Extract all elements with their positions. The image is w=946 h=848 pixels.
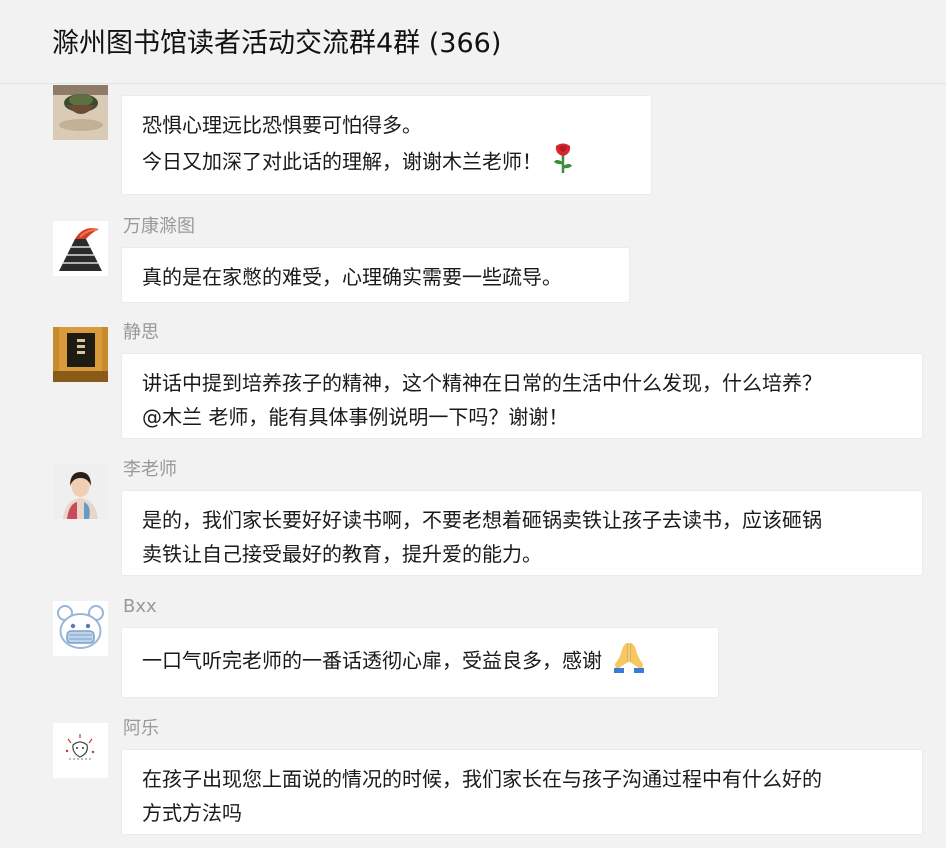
message-text: 真的是在家憋的难受，心理确实需要一些疏导。 [142, 265, 562, 289]
sender-name: 静思 [123, 322, 159, 343]
portrait-avatar-icon[interactable] [53, 464, 108, 519]
rose-emoji-icon [552, 142, 574, 184]
message-text: 恐惧心理远比恐惧要可怕得多。 [142, 113, 422, 137]
message-bubble[interactable]: 是的，我们家长要好好读书啊，不要老想着砸锅卖铁让孩子去读书，应该砸锅 卖铁让自己… [121, 490, 923, 576]
volcano-logo-avatar-icon[interactable] [53, 221, 108, 276]
message-text: 今日又加深了对此话的理解，谢谢木兰老师！ [142, 149, 542, 174]
sketch-avatar-icon[interactable] [53, 723, 108, 778]
sender-name: 阿乐 [123, 718, 159, 739]
message-bubble[interactable]: 一口气听完老师的一番话透彻心扉，受益良多，感谢 [121, 627, 719, 698]
message-bubble[interactable]: 真的是在家憋的难受，心理确实需要一些疏导。 [121, 247, 630, 303]
message-text: 卖铁让自己接受最好的教育，提升爱的能力。 [142, 542, 542, 566]
sender-name: 李老师 [123, 459, 177, 480]
message-text: 是的，我们家长要好好读书啊，不要老想着砸锅卖铁让孩子去读书，应该砸锅 [142, 508, 822, 532]
sender-name: 万康滁图 [123, 216, 195, 237]
message-text: 一口气听完老师的一番话透彻心扉，受益良多，感谢 [142, 648, 602, 673]
folded-hands-emoji-icon [612, 640, 646, 684]
book-cover-avatar-icon[interactable] [53, 327, 108, 382]
bear-mask-avatar-icon[interactable] [53, 601, 108, 656]
message-text: 在孩子出现您上面说的情况的时候，我们家长在与孩子沟通过程中有什么好的 [142, 767, 822, 791]
message-bubble[interactable]: 恐惧心理远比恐惧要可怕得多。 今日又加深了对此话的理解，谢谢木兰老师！ [121, 95, 652, 195]
message-list[interactable]: 恐惧心理远比恐惧要可怕得多。 今日又加深了对此话的理解，谢谢木兰老师！ 万康滁图 [0, 85, 946, 848]
potted-plant-avatar-icon[interactable] [53, 85, 108, 140]
chat-header: 滁州图书馆读者活动交流群4群 (366) [0, 0, 946, 84]
message-text: 讲话中提到培养孩子的精神，这个精神在日常的生活中什么发现，什么培养？ [142, 371, 822, 395]
sender-name: Bxx [123, 596, 157, 617]
message-text: 方式方法吗 [142, 801, 242, 825]
message-bubble[interactable]: 讲话中提到培养孩子的精神，这个精神在日常的生活中什么发现，什么培养？ @木兰 老… [121, 353, 923, 439]
message-text: @木兰 老师，能有具体事例说明一下吗？谢谢！ [142, 405, 569, 429]
group-title: 滁州图书馆读者活动交流群4群 (366) [52, 28, 502, 59]
message-bubble[interactable]: 在孩子出现您上面说的情况的时候，我们家长在与孩子沟通过程中有什么好的 方式方法吗 [121, 749, 923, 835]
